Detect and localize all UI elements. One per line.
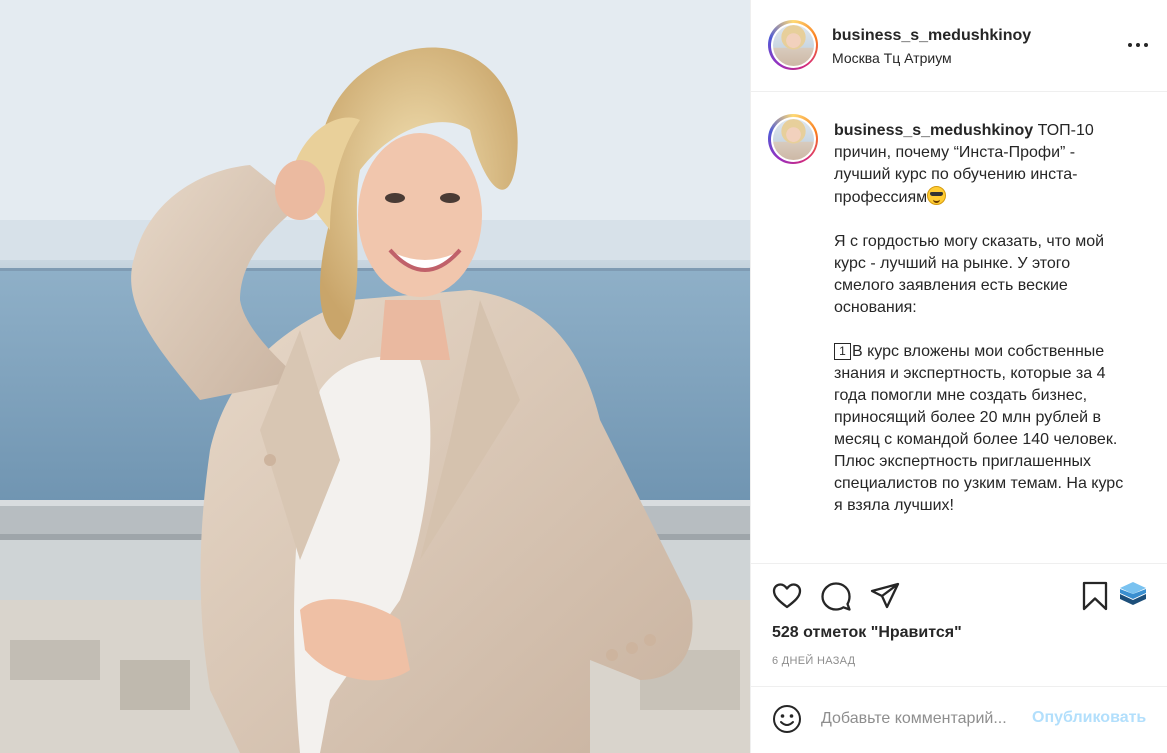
bookmark-icon[interactable] bbox=[1079, 580, 1111, 612]
likes-count[interactable]: 528 отметок "Нравится" bbox=[772, 624, 962, 642]
caption-paragraph-2: Я с гордостью могу сказать, что мой курс… bbox=[834, 233, 1105, 316]
heart-icon[interactable] bbox=[771, 580, 803, 612]
post-header: business_s_medushkinoy Москва Тц Атриум bbox=[751, 0, 1167, 92]
header-username[interactable]: business_s_medushkinoy bbox=[832, 27, 1031, 45]
caption-area: business_s_medushkinoy ТОП-10 причин, по… bbox=[751, 93, 1167, 563]
comment-input[interactable] bbox=[821, 707, 1031, 731]
avatar-image bbox=[772, 24, 814, 66]
sunglasses-emoji-icon bbox=[927, 186, 947, 205]
post-timestamp[interactable]: 6 ДНЕЙ НАЗАД bbox=[772, 655, 855, 667]
comment-icon[interactable] bbox=[820, 580, 852, 612]
caption-paragraph-3: 1В курс вложены мои собственные знания и… bbox=[834, 341, 1134, 517]
header-avatar[interactable] bbox=[768, 20, 818, 70]
caption-paragraph-1: business_s_medushkinoy ТОП-10 причин, по… bbox=[834, 120, 1134, 209]
post-location[interactable]: Москва Тц Атриум bbox=[832, 50, 952, 66]
post-side-panel: business_s_medushkinoy Москва Тц Атриум … bbox=[750, 0, 1167, 753]
more-options-icon[interactable] bbox=[1128, 38, 1148, 52]
post-caption: business_s_medushkinoy ТОП-10 причин, по… bbox=[834, 120, 1134, 539]
avatar-image bbox=[772, 118, 814, 160]
caption-text-3: В курс вложены мои собственные знания и … bbox=[834, 343, 1124, 514]
caption-username[interactable]: business_s_medushkinoy bbox=[834, 122, 1033, 139]
post-actions: 528 отметок "Нравится" 6 ДНЕЙ НАЗАД bbox=[751, 563, 1167, 686]
publish-button[interactable]: Опубликовать bbox=[1032, 709, 1146, 727]
layers-icon[interactable] bbox=[1117, 580, 1149, 612]
post-photo[interactable] bbox=[0, 0, 750, 753]
post-photo-illustration bbox=[0, 0, 750, 753]
paper-plane-icon[interactable] bbox=[869, 580, 901, 612]
keycap-one-icon: 1 bbox=[834, 343, 851, 360]
caption-avatar[interactable] bbox=[768, 114, 818, 164]
comment-bar: Опубликовать bbox=[751, 686, 1167, 753]
emoji-picker-icon[interactable] bbox=[771, 703, 803, 735]
